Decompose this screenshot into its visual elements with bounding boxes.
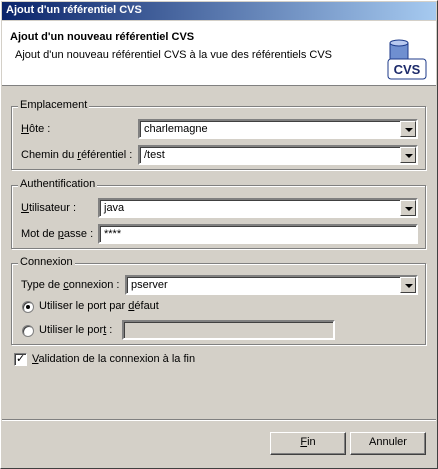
authentication-group: Authentification Utilisateur : java Mot … (11, 178, 426, 249)
connection-type-value: pserver (131, 279, 168, 291)
host-dropdown-arrow-icon[interactable] (400, 121, 416, 137)
username-combo[interactable]: java (98, 198, 418, 218)
dialog-window: Ajout d'un référentiel CVS Ajout d'un no… (0, 0, 438, 469)
password-field[interactable]: **** (98, 224, 418, 244)
validate-connection-label[interactable]: Validation de la connexion à la fin (32, 353, 195, 365)
connection-group: Connexion Type de connexion : pserver Ut… (11, 256, 426, 345)
location-group-title: Emplacement (18, 99, 90, 111)
host-combo[interactable]: charlemagne (138, 119, 418, 139)
custom-port-label[interactable]: Utiliser le port : (39, 324, 112, 336)
password-label: Mot de passe : (21, 228, 94, 240)
repository-path-value: /test (144, 149, 165, 161)
connection-type-label: Type de connexion : (21, 279, 120, 291)
banner-title: Ajout d'un nouveau référentiel CVS (10, 31, 195, 43)
default-port-label[interactable]: Utiliser le port par défaut (39, 300, 159, 312)
window-title: Ajout d'un référentiel CVS (6, 4, 142, 16)
cancel-button[interactable]: Annuler (350, 432, 426, 455)
validate-connection-checkbox[interactable]: ✓ (14, 353, 27, 366)
host-value: charlemagne (144, 123, 208, 135)
custom-port-field[interactable] (122, 320, 335, 340)
authentication-group-title: Authentification (18, 178, 98, 190)
button-separator (2, 419, 436, 421)
banner-description: Ajout d'un nouveau référentiel CVS à la … (15, 49, 333, 61)
location-group: Emplacement Hôte : charlemagne Chemin du… (11, 99, 426, 170)
title-bar[interactable]: Ajout d'un référentiel CVS (2, 2, 436, 20)
checkmark-icon: ✓ (16, 353, 26, 365)
wizard-banner: Ajout d'un nouveau référentiel CVS Ajout… (2, 21, 436, 86)
cvs-icon-text: CVS (394, 62, 421, 77)
repository-path-combo[interactable]: /test (138, 145, 418, 165)
custom-port-radio[interactable] (22, 325, 34, 337)
host-label: Hôte : (21, 123, 51, 135)
password-value: **** (104, 228, 122, 240)
repository-path-dropdown-arrow-icon[interactable] (400, 147, 416, 163)
cvs-repository-icon: CVS (387, 39, 427, 80)
username-label: Utilisateur : (21, 202, 77, 214)
connection-type-dropdown-arrow-icon[interactable] (400, 277, 416, 293)
repository-path-label: Chemin du référentiel : (21, 149, 133, 161)
connection-group-title: Connexion (18, 256, 75, 268)
username-dropdown-arrow-icon[interactable] (400, 200, 416, 216)
default-port-radio[interactable] (22, 301, 34, 313)
connection-type-combo[interactable]: pserver (125, 275, 418, 295)
username-value: java (104, 202, 125, 214)
finish-button[interactable]: Fin (270, 432, 346, 455)
